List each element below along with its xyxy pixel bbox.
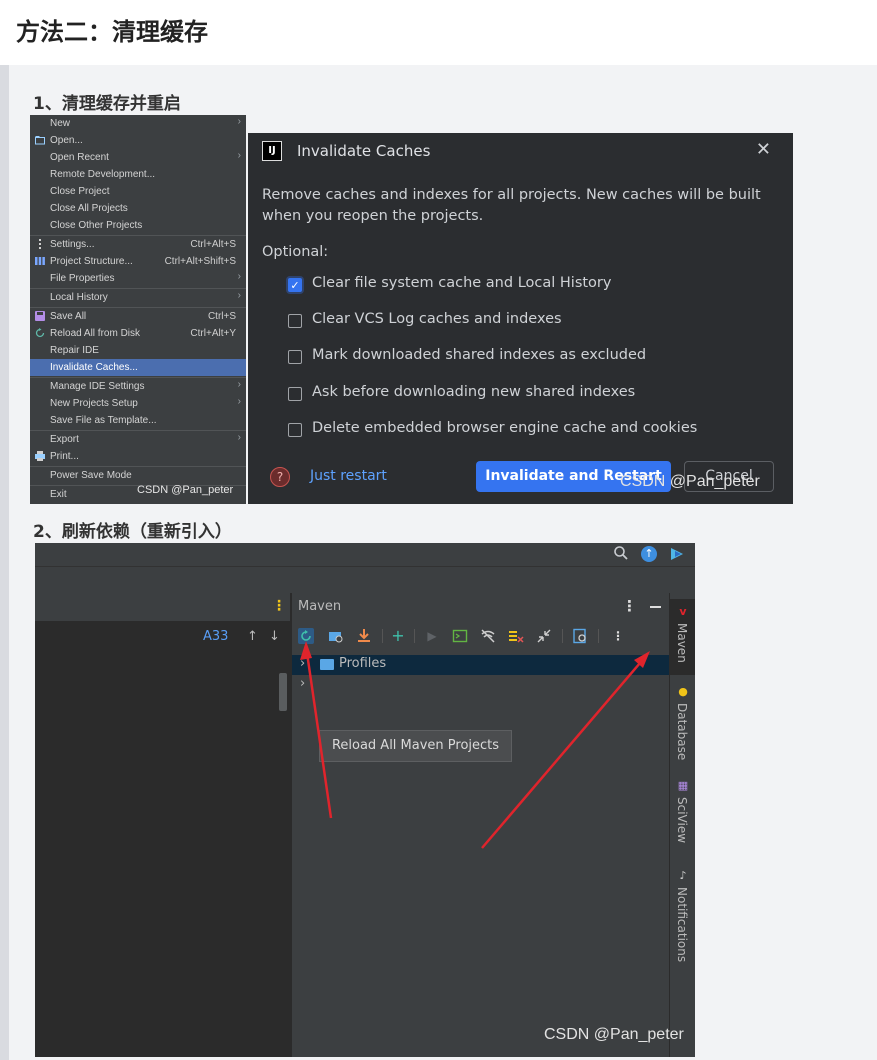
- arrowhead-icon: [300, 641, 312, 660]
- annotation-arrow: [304, 645, 333, 819]
- annotation-arrows: [300, 641, 650, 849]
- annotation-arrow: [481, 655, 647, 849]
